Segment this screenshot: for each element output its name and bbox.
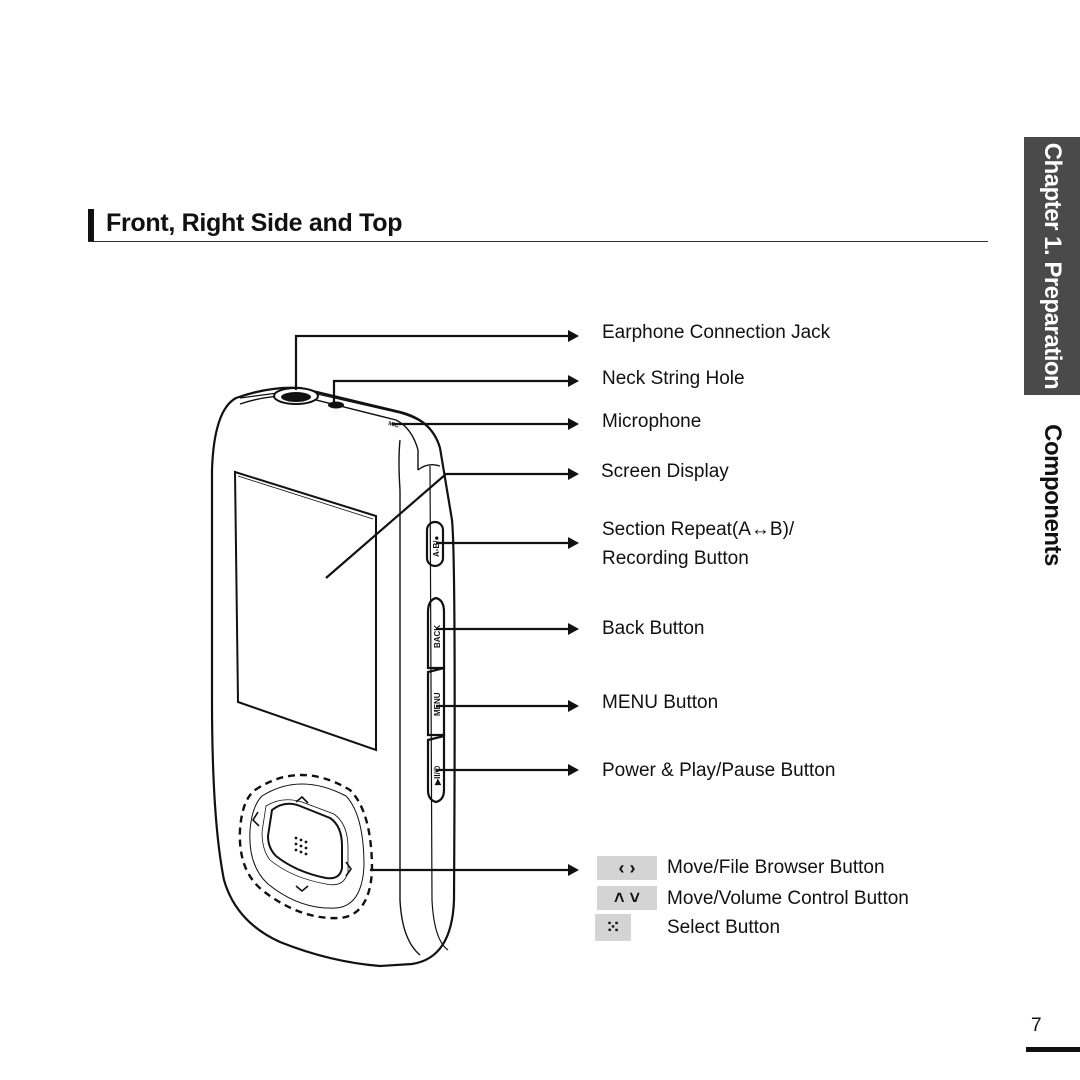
select-dots-icon — [294, 836, 308, 856]
section-title: Front, Right Side and Top — [106, 209, 403, 237]
subsection-tab: Components — [1024, 410, 1080, 580]
callout-recording-button: Recording Button — [602, 548, 749, 569]
arrow-icon — [568, 418, 579, 430]
nav-pad-dashed-outline — [238, 773, 374, 920]
screen-display — [233, 470, 377, 752]
menu-label: MENU — [433, 692, 442, 716]
callout-section-repeat: Section Repeat(A↔B)/ — [602, 519, 795, 540]
callout-screen-display: Screen Display — [601, 461, 729, 482]
callout-microphone: Microphone — [602, 411, 702, 432]
page-number: 7 — [1031, 1015, 1042, 1036]
subsection-label: Components — [1039, 424, 1066, 566]
callout-neck-string-hole: Neck String Hole — [602, 368, 745, 389]
select-dots-icon: ⁙ — [595, 914, 631, 941]
nav-down-icon — [295, 885, 309, 893]
neck-string-hole — [328, 401, 344, 409]
chapter-tab[interactable]: Chapter 1. Preparation — [1024, 137, 1080, 395]
side-panel — [398, 439, 421, 956]
legend-move-volume-control: Move/Volume Control Button — [667, 888, 909, 909]
device-body — [210, 386, 456, 968]
mic-label: MIC — [388, 421, 401, 430]
power-label: ▶II/⏻ — [433, 765, 442, 786]
arrow-icon — [568, 864, 579, 876]
ab-label: A-B/● — [432, 536, 441, 557]
chapter-tab-label: Chapter 1. Preparation — [1039, 142, 1066, 390]
callout-menu-button: MENU Button — [602, 692, 719, 713]
nav-right-icon — [345, 861, 352, 877]
page-rule — [1026, 1047, 1080, 1052]
mp3-player-illustration: A-B/● BACK MENU ▶II/⏻ MIC — [210, 334, 568, 968]
callout-back-button: Back Button — [602, 618, 705, 639]
arrow-icon — [568, 468, 579, 480]
up-down-chevrons-icon: ˄ ˅ — [597, 886, 657, 910]
arrow-icon — [568, 764, 579, 776]
callout-power-play-pause: Power & Play/Pause Button — [602, 760, 836, 781]
legend-select-button: Select Button — [667, 917, 781, 938]
arrow-icon — [568, 537, 579, 549]
left-right-chevrons-icon: ‹ › — [597, 856, 657, 880]
arrow-icon — [568, 375, 579, 387]
leader-neck — [332, 379, 568, 403]
heading-bar — [88, 209, 94, 241]
arrow-icon — [568, 623, 579, 635]
nav-left-icon — [251, 811, 260, 827]
section-heading: Front, Right Side and Top — [88, 207, 988, 242]
legend-move-file-browser: Move/File Browser Button — [667, 857, 885, 878]
arrow-icon — [568, 330, 579, 342]
callout-earphone-jack: Earphone Connection Jack — [602, 322, 831, 343]
arrow-icon — [568, 700, 579, 712]
select-button-shape — [266, 802, 343, 880]
